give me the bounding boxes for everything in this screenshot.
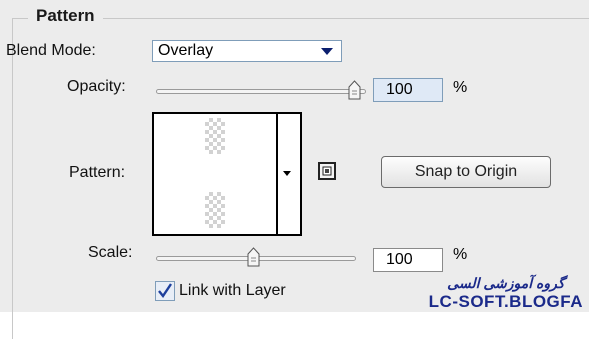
watermark-line-1: گروه آموزشی السی (447, 275, 565, 291)
watermark: گروه آموزشی السی LC-SOFT.BLOGFA (429, 274, 583, 312)
blend-mode-label: Blend Mode: (6, 42, 96, 59)
chevron-down-icon[interactable] (283, 171, 291, 176)
pattern-swatch-top (205, 118, 225, 154)
pattern-picker[interactable] (152, 112, 302, 236)
new-preset-icon (322, 166, 332, 176)
blend-mode-value: Overlay (158, 42, 214, 59)
link-with-layer-checkbox[interactable] (155, 281, 175, 301)
opacity-slider-thumb[interactable] (348, 80, 361, 100)
snap-to-origin-button[interactable]: Snap to Origin (381, 156, 551, 188)
scale-input[interactable]: 100 (373, 248, 443, 272)
section-title: Pattern (28, 6, 103, 26)
watermark-line-2: LC-SOFT.BLOGFA (428, 292, 583, 311)
scale-label: Scale: (88, 244, 133, 261)
opacity-label: Opacity: (67, 78, 126, 95)
link-with-layer-label: Link with Layer (179, 282, 286, 299)
checkmark-icon (158, 283, 172, 299)
pattern-divider (276, 114, 278, 234)
create-preset-button[interactable] (318, 162, 336, 180)
scale-unit: % (453, 246, 468, 263)
chevron-down-icon (321, 48, 333, 55)
scale-slider-thumb[interactable] (247, 247, 260, 267)
opacity-input[interactable]: 100 (373, 78, 443, 102)
pattern-swatch-bottom (205, 192, 225, 228)
opacity-unit: % (453, 79, 468, 96)
opacity-slider-track[interactable] (156, 89, 366, 94)
blend-mode-dropdown[interactable]: Overlay (152, 40, 342, 62)
pattern-panel: Pattern Blend Mode: Overlay Opacity: 100… (0, 0, 589, 339)
pattern-label: Pattern: (69, 164, 126, 181)
